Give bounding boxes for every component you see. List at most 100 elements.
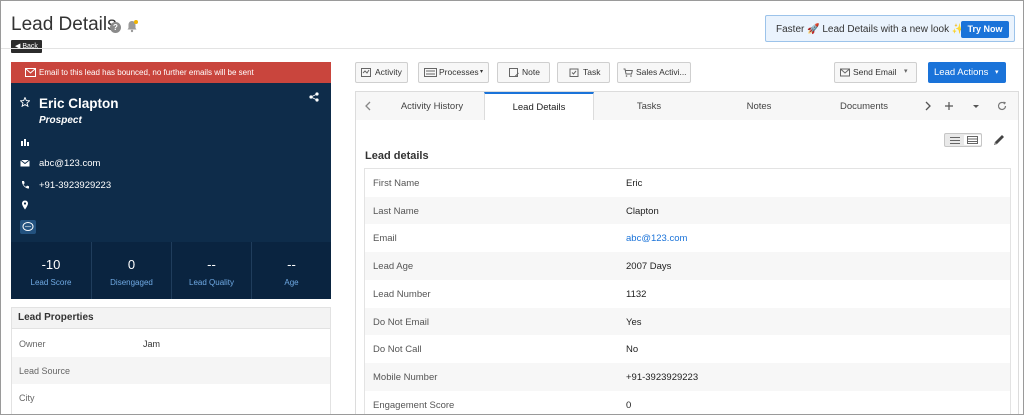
detail-label: Lead Number xyxy=(373,288,431,300)
details-grid: First Name Eric Last Name Clapton Email … xyxy=(364,168,1011,414)
email-icon xyxy=(20,159,30,167)
header-divider xyxy=(1,48,1023,49)
view-toggle[interactable] xyxy=(944,133,982,147)
stat-value: -- xyxy=(287,257,296,272)
detail-label: Do Not Email xyxy=(373,316,429,328)
help-icon[interactable]: ? xyxy=(110,22,121,33)
chat-bubble-icon xyxy=(22,222,34,231)
detail-label: Engagement Score xyxy=(373,399,455,411)
stat-disengaged: 0 Disengaged xyxy=(91,242,171,299)
chevron-left-icon[interactable] xyxy=(362,100,374,112)
bell-icon[interactable] xyxy=(125,19,139,33)
lead-phone[interactable]: +91-3923929223 xyxy=(39,180,111,191)
property-label: Owner xyxy=(19,339,46,349)
bounce-message: Email to this lead has bounced, no furth… xyxy=(39,68,254,77)
processes-button[interactable]: Processes ▾ xyxy=(418,62,489,83)
tab-activity-history[interactable]: Activity History xyxy=(380,92,484,121)
detail-label: Last Name xyxy=(373,205,419,217)
task-button[interactable]: Task xyxy=(557,62,610,83)
detail-row: Engagement Score 0 xyxy=(365,391,1010,414)
detail-value: 0 xyxy=(626,399,632,411)
task-label: Task xyxy=(583,67,601,77)
lead-details-page: Lead Details ? ◀ Back Faster 🚀 Lead Deta… xyxy=(0,0,1024,415)
property-row-city: City xyxy=(12,384,330,411)
detail-row: Email abc@123.com xyxy=(365,224,1010,252)
sales-activity-button[interactable]: Sales Activi... xyxy=(617,62,691,83)
property-value: Jam xyxy=(143,339,161,349)
list-view-icon[interactable] xyxy=(949,136,961,145)
note-button[interactable]: Note xyxy=(497,62,550,83)
promo-banner: Faster 🚀 Lead Details with a new look ✨ … xyxy=(765,15,1015,42)
promo-text: Faster 🚀 Lead Details with a new look ✨ xyxy=(776,24,965,35)
company-icon xyxy=(21,139,29,146)
chevron-down-icon: ▾ xyxy=(480,69,484,75)
chevron-right-icon[interactable] xyxy=(922,100,934,112)
stat-label: Disengaged xyxy=(110,278,153,287)
mail-alert-icon xyxy=(25,68,36,77)
detail-value: Clapton xyxy=(626,205,659,217)
back-button[interactable]: ◀ Back xyxy=(11,40,42,53)
page-title: Lead Details xyxy=(11,14,117,35)
stat-age: -- Age xyxy=(251,242,331,299)
processes-icon xyxy=(424,68,437,77)
bounce-alert: Email to this lead has bounced, no furth… xyxy=(11,62,331,83)
phone-icon xyxy=(21,181,29,189)
tab-notes[interactable]: Notes xyxy=(704,92,814,121)
detail-label: Do Not Call xyxy=(373,344,422,356)
detail-value: 1132 xyxy=(626,288,647,300)
note-icon xyxy=(509,68,519,77)
property-label: City xyxy=(19,393,35,403)
send-email-button[interactable]: Send Email xyxy=(834,62,900,83)
processes-label: Processes xyxy=(439,67,479,77)
detail-label: First Name xyxy=(373,178,420,189)
tab-tasks[interactable]: Tasks xyxy=(594,92,704,121)
activity-button[interactable]: Activity xyxy=(355,62,408,83)
detail-value: No xyxy=(626,344,639,356)
detail-value: Eric xyxy=(626,178,643,189)
tab-bar: Activity History Lead Details Tasks Note… xyxy=(355,91,1019,122)
share-icon[interactable] xyxy=(309,92,319,102)
property-row-lead-source: Lead Source xyxy=(12,357,330,384)
stat-value: -- xyxy=(207,257,216,272)
location-icon xyxy=(22,200,28,210)
details-title: Lead details xyxy=(365,150,429,162)
grid-view-option[interactable] xyxy=(964,135,981,145)
sales-activity-label: Sales Activi... xyxy=(636,67,687,77)
stat-label: Lead Quality xyxy=(189,278,234,287)
property-label: Lead Source xyxy=(19,366,71,376)
grid-view-icon xyxy=(967,136,978,144)
tab-documents[interactable]: Documents xyxy=(814,92,914,121)
property-row-owner: Owner Jam xyxy=(12,330,330,357)
detail-row: Do Not Email Yes xyxy=(365,307,1010,336)
send-email-dropdown[interactable]: ▾ xyxy=(899,62,917,83)
detail-row: First Name Eric xyxy=(365,169,1010,197)
lead-email[interactable]: abc@123.com xyxy=(39,158,100,169)
detail-row: Lead Age 2007 Days xyxy=(365,252,1010,280)
send-email-label: Send Email xyxy=(853,67,897,77)
pencil-icon[interactable] xyxy=(992,133,1006,147)
properties-title: Lead Properties xyxy=(18,312,94,323)
stat-lead-quality: -- Lead Quality xyxy=(171,242,251,299)
star-icon[interactable] xyxy=(20,97,30,107)
lead-details-panel: Lead details First Name Eric Last Name C… xyxy=(355,120,1019,414)
cart-icon xyxy=(623,68,633,77)
add-tab-icon[interactable] xyxy=(943,100,955,112)
chevron-down-icon: ▾ xyxy=(995,69,999,76)
detail-label: Email xyxy=(373,233,397,245)
tab-menu-icon[interactable] xyxy=(970,100,982,112)
detail-label: Mobile Number xyxy=(373,371,438,383)
refresh-icon[interactable] xyxy=(996,100,1008,112)
lead-actions-button[interactable]: Lead Actions ▾ xyxy=(928,62,1006,83)
detail-email-link[interactable]: abc@123.com xyxy=(626,233,687,244)
stat-label: Lead Score xyxy=(30,278,72,287)
try-now-button[interactable]: Try Now xyxy=(961,21,1009,38)
tab-lead-details[interactable]: Lead Details xyxy=(484,92,594,122)
lead-card: Eric Clapton Prospect abc@123.com +91-39… xyxy=(11,83,331,299)
stat-lead-score: -10 Lead Score xyxy=(11,242,91,299)
detail-value: Yes xyxy=(626,316,642,328)
lead-name: Eric Clapton xyxy=(39,96,119,111)
chat-icon[interactable] xyxy=(20,220,36,234)
lead-actions-label: Lead Actions xyxy=(934,67,989,78)
detail-row: Lead Number 1132 xyxy=(365,280,1010,308)
stat-value: 0 xyxy=(127,257,136,272)
